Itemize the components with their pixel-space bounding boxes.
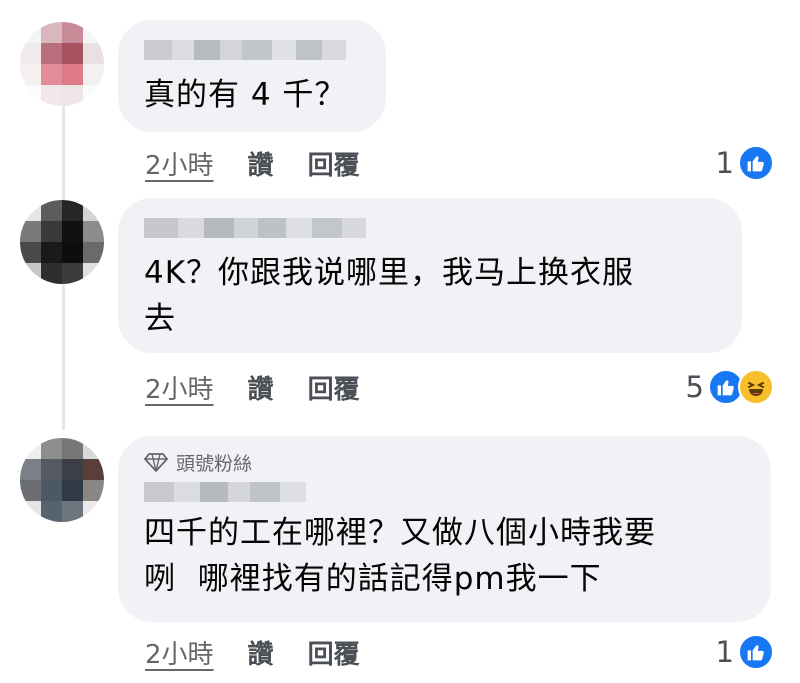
- reply-button[interactable]: 回覆: [308, 145, 360, 182]
- reaction-count: 1: [715, 635, 734, 669]
- reaction-count: 5: [685, 370, 704, 404]
- comment-bubble: 頭號粉絲 四千的工在哪裡？又做八個小時我要 咧 哪裡找有的話記得pm我一下: [118, 436, 771, 622]
- like-icon: [738, 145, 774, 181]
- reply-button[interactable]: 回覆: [308, 634, 360, 671]
- comment-actions: 2小時 讚 回覆: [145, 367, 360, 407]
- comment-bubble: 4K？你跟我说哪里，我马上换衣服 去: [118, 198, 742, 353]
- like-icon: [738, 634, 774, 670]
- comment-bubble: 真的有 4 千？: [118, 20, 386, 132]
- commenter-name-blurred[interactable]: [144, 40, 360, 60]
- like-button[interactable]: 讚: [248, 634, 274, 671]
- diamond-icon: [144, 453, 168, 472]
- comment-actions: 2小時 讚 回覆: [145, 632, 360, 672]
- reaction-count: 1: [715, 146, 734, 180]
- timestamp-link[interactable]: 2小時: [145, 145, 214, 182]
- comment-text: 四千的工在哪裡？又做八個小時我要 咧 哪裡找有的話記得pm我一下: [144, 515, 656, 597]
- commenter-name-blurred[interactable]: [144, 482, 745, 502]
- avatar[interactable]: [20, 22, 104, 106]
- reaction-summary[interactable]: 5: [686, 367, 774, 407]
- comment-text: 4K？你跟我说哪里，我马上换衣服 去: [144, 255, 635, 337]
- avatar[interactable]: [20, 200, 104, 284]
- haha-icon: [738, 369, 774, 405]
- reaction-summary[interactable]: 1: [716, 632, 774, 672]
- top-fan-badge[interactable]: 頭號粉絲: [144, 448, 745, 476]
- like-button[interactable]: 讚: [248, 145, 274, 182]
- comment-actions: 2小時 讚 回覆: [145, 143, 360, 183]
- timestamp-link[interactable]: 2小時: [145, 634, 214, 671]
- timestamp-link[interactable]: 2小時: [145, 369, 214, 406]
- like-button[interactable]: 讚: [248, 369, 274, 406]
- commenter-name-blurred[interactable]: [144, 218, 716, 238]
- reply-button[interactable]: 回覆: [308, 369, 360, 406]
- comment-text: 真的有 4 千？: [144, 77, 347, 113]
- badge-label: 頭號粉絲: [176, 452, 253, 475]
- reaction-summary[interactable]: 1: [716, 143, 774, 183]
- avatar[interactable]: [20, 438, 104, 522]
